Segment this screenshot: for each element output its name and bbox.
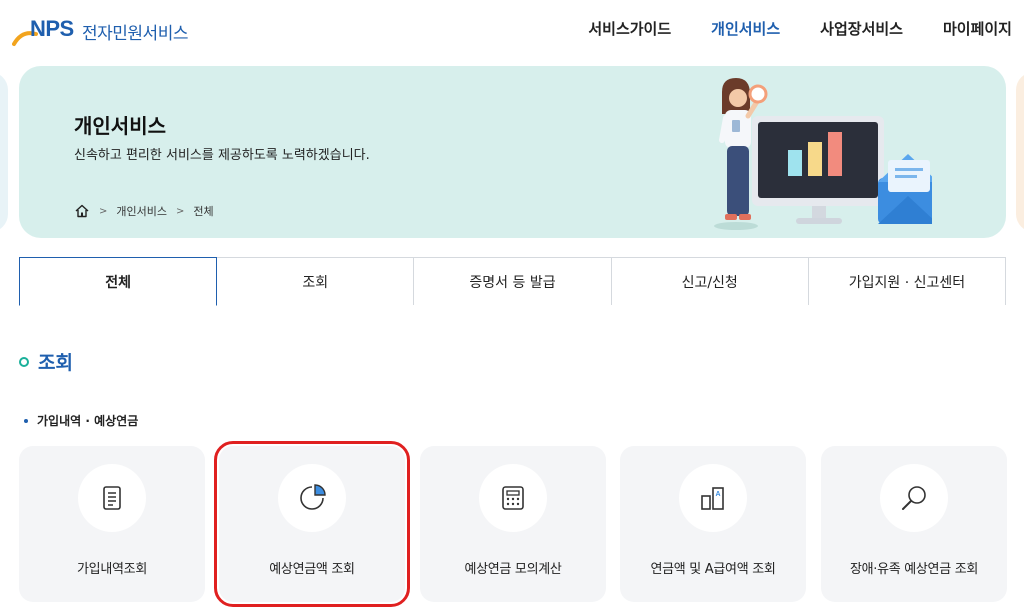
left-decoration: [0, 72, 8, 232]
tab-inquiry[interactable]: 조회: [217, 257, 415, 305]
document-icon: [103, 486, 121, 510]
ring-bullet-icon: [19, 356, 29, 367]
tab-support-center[interactable]: 가입지원 · 신고센터: [808, 257, 1007, 305]
card-label: 장애·유족 예상연금 조회: [849, 562, 979, 577]
compare-bars-icon: A: [701, 487, 724, 510]
svg-text:A: A: [716, 491, 721, 498]
breadcrumb-separator-icon: >: [176, 205, 185, 217]
tab-certificate-issue[interactable]: 증명서 등 발급: [414, 257, 612, 305]
right-decoration: [1016, 72, 1024, 232]
nav-business-service[interactable]: 사업장서비스: [820, 18, 903, 39]
breadcrumb-item-all: 전체: [193, 205, 214, 218]
card-expected-pension[interactable]: 예상연금액 조회: [214, 441, 410, 607]
card-membership-history[interactable]: 가입내역조회: [19, 446, 205, 602]
main-nav: 서비스가이드 개인서비스 사업장서비스 마이페이지: [548, 18, 1024, 39]
section-heading: 조회: [19, 348, 73, 375]
card-pension-simulation[interactable]: 예상연금 모의계산: [420, 446, 606, 602]
page-subtitle: 신속하고 편리한 서비스를 제공하도록 노력하겠습니다.: [74, 148, 370, 163]
page-title: 개인서비스: [74, 114, 166, 138]
nps-logo-mark: NPS: [12, 14, 80, 48]
card-label: 예상연금액 조회: [269, 562, 355, 577]
nav-my-page[interactable]: 마이페이지: [943, 18, 1012, 39]
card-icon-circle: [78, 464, 146, 532]
card-icon-circle: A: [679, 464, 747, 532]
banner-illustration: [714, 78, 932, 230]
card-icon-circle: [880, 464, 948, 532]
dot-bullet-icon: [24, 418, 28, 423]
tab-report-apply[interactable]: 신고/신청: [611, 257, 809, 305]
logo[interactable]: NPS 전자민원서비스: [12, 14, 188, 48]
card-disability-survivor-pension[interactable]: 장애·유족 예상연금 조회: [821, 446, 1007, 602]
card-label: 가입내역조회: [77, 562, 147, 577]
category-tabs: 전체 조회 증명서 등 발급 신고/신청 가입지원 · 신고센터: [19, 257, 1007, 306]
section-title: 조회: [38, 352, 73, 374]
breadcrumb-item-personal-service[interactable]: 개인서비스: [116, 203, 167, 219]
breadcrumb-separator-icon: >: [99, 205, 108, 217]
card-pension-a-benefit[interactable]: A 연금액 및 A급여액 조회: [620, 446, 806, 602]
magnifier-icon: [902, 486, 926, 510]
card-label: 예상연금 모의계산: [464, 562, 562, 577]
nav-service-guide[interactable]: 서비스가이드: [588, 18, 671, 39]
pie-chart-icon: [300, 484, 326, 510]
nav-personal-service[interactable]: 개인서비스: [711, 18, 780, 39]
page-banner: 개인서비스 신속하고 편리한 서비스를 제공하도록 노력하겠습니다. > 개인서…: [19, 66, 1006, 238]
header: NPS 전자민원서비스 서비스가이드 개인서비스 사업장서비스 마이페이지: [0, 0, 1024, 58]
logo-text: NPS: [30, 16, 74, 41]
subsection-heading: 가입내역 · 예상연금: [24, 412, 138, 429]
calculator-icon: [502, 486, 524, 510]
tab-all[interactable]: 전체: [19, 257, 218, 306]
service-card-list: 가입내역조회 예상연금액 조회 예상연금 모의계산 A 연금액 및 A급여액 조…: [19, 441, 1007, 607]
card-icon-circle: [479, 464, 547, 532]
card-icon-circle: [278, 464, 346, 532]
site-title: 전자민원서비스: [82, 23, 188, 44]
home-icon[interactable]: [74, 203, 90, 219]
breadcrumb: > 개인서비스 > 전체: [74, 203, 214, 219]
card-label: 연금액 및 A급여액 조회: [650, 562, 776, 577]
subsection-title: 가입내역 · 예상연금: [37, 414, 139, 428]
